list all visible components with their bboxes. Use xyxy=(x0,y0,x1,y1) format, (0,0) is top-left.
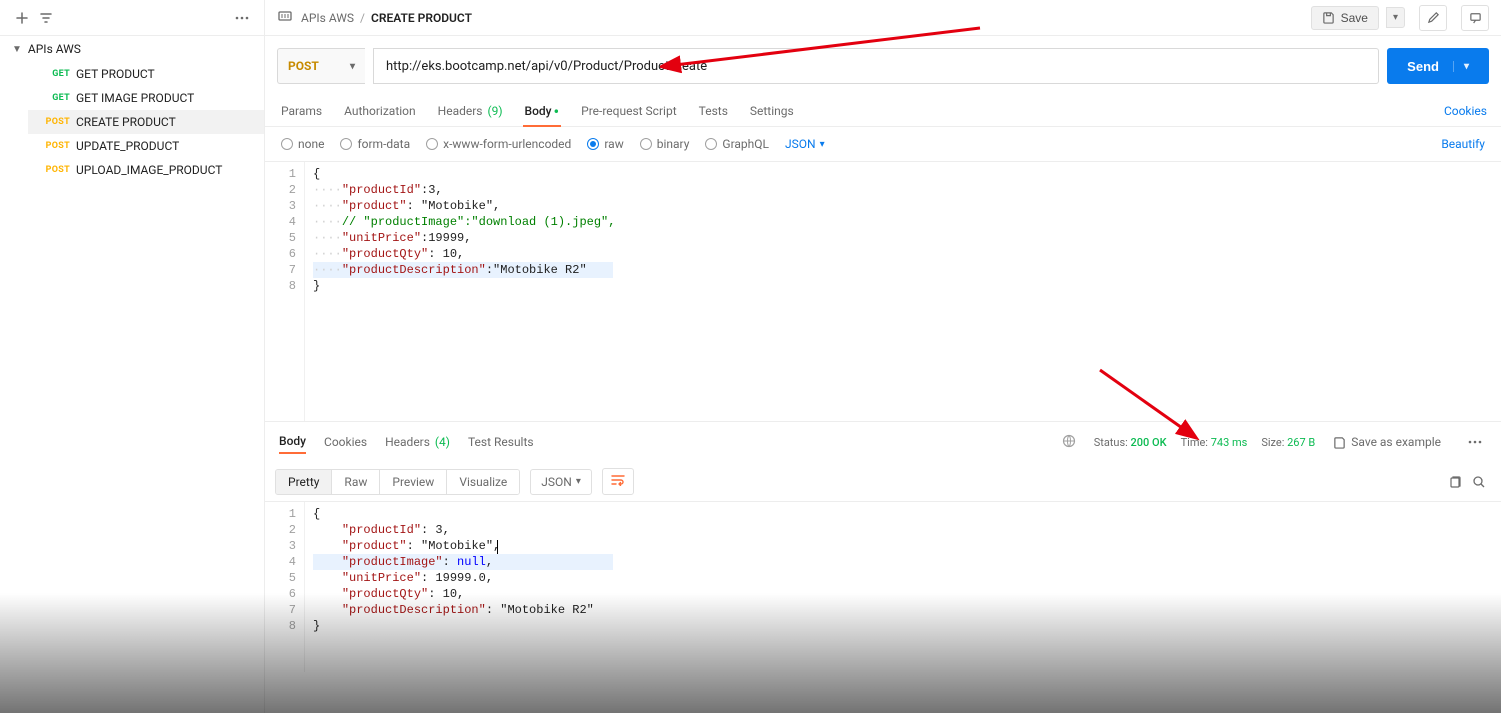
beautify-link[interactable]: Beautify xyxy=(1441,137,1485,151)
breadcrumb-parent[interactable]: APIs AWS xyxy=(301,11,354,25)
sidebar-item-label: UPLOAD_IMAGE_PRODUCT xyxy=(76,163,222,177)
tab-prerequest[interactable]: Pre-request Script xyxy=(579,96,678,126)
chevron-down-icon: ▾ xyxy=(820,139,825,150)
body-form-data[interactable]: form-data xyxy=(340,137,410,151)
resp-tab-test-results[interactable]: Test Results xyxy=(468,431,534,453)
http-icon xyxy=(277,8,293,27)
resp-tab-headers[interactable]: Headers (4) xyxy=(385,431,450,453)
chevron-down-icon: ▾ xyxy=(576,476,581,487)
search-icon[interactable] xyxy=(1467,470,1491,494)
sidebar-item[interactable]: GET GET PRODUCT xyxy=(28,62,264,86)
new-icon[interactable] xyxy=(10,6,34,30)
more-icon[interactable] xyxy=(1463,430,1487,454)
tab-body[interactable]: Body• xyxy=(523,96,562,126)
body-format-select[interactable]: JSON ▾ xyxy=(785,137,825,151)
save-dropdown[interactable]: ▾ xyxy=(1386,7,1405,28)
url-input[interactable]: http://eks.bootcamp.net/api/v0/Product/P… xyxy=(373,48,1379,84)
sidebar-item-label: GET PRODUCT xyxy=(76,67,155,81)
view-mode-segment: Pretty Raw Preview Visualize xyxy=(275,469,520,495)
method-badge: POST xyxy=(42,117,70,127)
status-value: 200 OK xyxy=(1131,436,1167,449)
resp-tab-cookies[interactable]: Cookies xyxy=(324,431,367,453)
method-badge: POST xyxy=(42,141,70,151)
sidebar-item[interactable]: GET GET IMAGE PRODUCT xyxy=(28,86,264,110)
body-graphql[interactable]: GraphQL xyxy=(705,137,769,151)
sidebar-item-label: CREATE PRODUCT xyxy=(76,115,176,129)
chevron-down-icon: ▼ xyxy=(12,44,22,55)
save-button[interactable]: Save xyxy=(1311,6,1379,30)
method-select[interactable]: POST ▾ xyxy=(277,48,365,84)
filter-icon[interactable] xyxy=(34,6,58,30)
collection-header[interactable]: ▼ APIs AWS xyxy=(0,36,264,62)
tab-headers[interactable]: Headers (9) xyxy=(436,96,505,126)
tab-authorization[interactable]: Authorization xyxy=(342,96,418,126)
copy-icon[interactable] xyxy=(1443,470,1467,494)
edit-icon[interactable] xyxy=(1419,5,1447,31)
tab-settings[interactable]: Settings xyxy=(748,96,796,126)
view-preview[interactable]: Preview xyxy=(380,470,447,494)
sidebar-item[interactable]: POST UPDATE_PRODUCT xyxy=(28,134,264,158)
more-icon[interactable] xyxy=(230,6,254,30)
save-as-example[interactable]: Save as example xyxy=(1333,435,1441,449)
comment-icon[interactable] xyxy=(1461,5,1489,31)
view-pretty[interactable]: Pretty xyxy=(276,470,332,494)
sidebar-item-label: UPDATE_PRODUCT xyxy=(76,139,179,153)
sidebar-item[interactable]: POST CREATE PRODUCT xyxy=(28,110,264,134)
breadcrumb-current: CREATE PRODUCT xyxy=(371,11,472,25)
chevron-down-icon: ▾ xyxy=(350,61,355,72)
breadcrumb: APIs AWS / CREATE PRODUCT xyxy=(301,11,472,25)
method-badge: GET xyxy=(42,69,70,79)
time-value: 743 ms xyxy=(1211,436,1248,449)
method-badge: POST xyxy=(42,165,70,175)
send-button[interactable]: Send ▾ xyxy=(1387,48,1489,84)
view-raw[interactable]: Raw xyxy=(332,470,380,494)
request-body-editor[interactable]: 12345678 {····"productId":3,····"product… xyxy=(265,161,1501,421)
tab-params[interactable]: Params xyxy=(279,96,324,126)
cookies-link[interactable]: Cookies xyxy=(1444,104,1487,118)
collection-name: APIs AWS xyxy=(28,42,81,56)
sidebar: ▼ APIs AWS GET GET PRODUCT GET GET IMAGE PR… xyxy=(0,0,265,713)
sidebar-item[interactable]: POST UPLOAD_IMAGE_PRODUCT xyxy=(28,158,264,182)
tab-tests[interactable]: Tests xyxy=(697,96,730,126)
wrap-lines-icon[interactable] xyxy=(602,468,634,495)
size-value: 267 B xyxy=(1287,436,1315,449)
resp-tab-body[interactable]: Body xyxy=(279,430,306,454)
chevron-down-icon[interactable]: ▾ xyxy=(1453,61,1469,72)
response-body-editor[interactable]: 12345678 { "productId": 3, "product": "M… xyxy=(265,502,1501,672)
view-visualize[interactable]: Visualize xyxy=(447,470,519,494)
sidebar-item-label: GET IMAGE PRODUCT xyxy=(76,91,194,105)
body-x-www[interactable]: x-www-form-urlencoded xyxy=(426,137,571,151)
globe-icon[interactable] xyxy=(1062,434,1076,451)
body-binary[interactable]: binary xyxy=(640,137,690,151)
body-raw[interactable]: raw xyxy=(587,137,623,151)
method-badge: GET xyxy=(42,93,70,103)
resp-format-select[interactable]: JSON ▾ xyxy=(530,469,592,495)
body-none[interactable]: none xyxy=(281,137,324,151)
text-cursor xyxy=(497,540,498,554)
